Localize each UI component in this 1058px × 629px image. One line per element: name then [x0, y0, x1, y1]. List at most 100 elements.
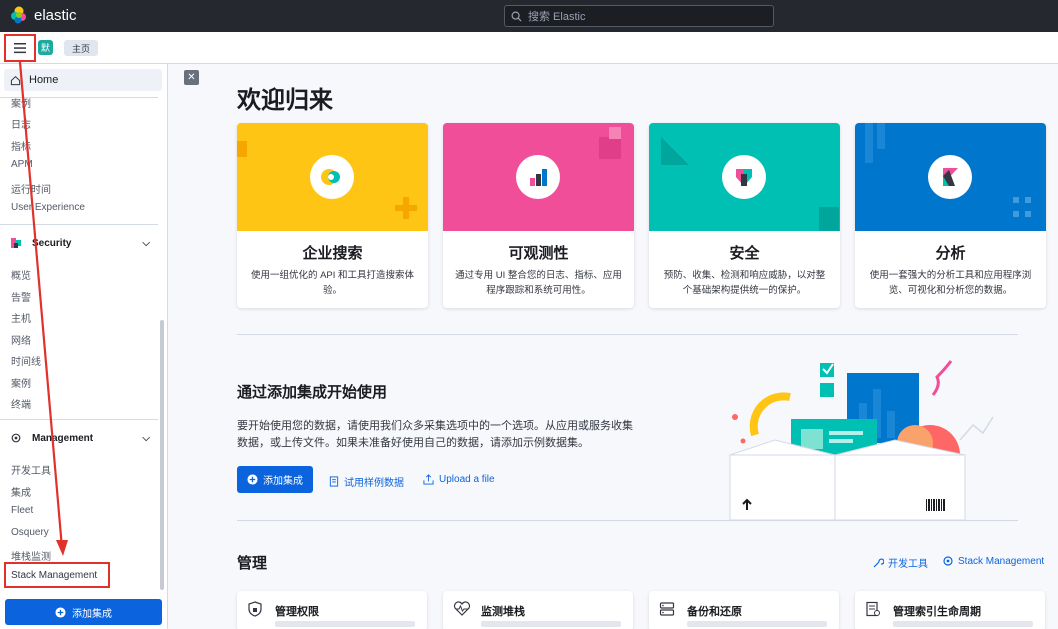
security-icon — [11, 238, 21, 248]
nav-home-label: Home — [29, 74, 59, 86]
home-icon — [10, 75, 21, 85]
top-header: elastic 搜索 Elastic — [0, 0, 1058, 32]
storage-icon — [659, 602, 675, 616]
card-title: 管理索引生命周期 — [893, 606, 981, 618]
close-nav-button[interactable]: ✕ — [184, 70, 199, 85]
solution-card-observability[interactable]: 可观测性 通过专用 UI 整合您的日志、指标、应用程序跟踪和系统可用性。 — [443, 123, 634, 308]
card-title: 备份和还原 — [687, 606, 742, 618]
dev-tools-link[interactable]: 开发工具 — [872, 555, 928, 570]
card-description-fade — [893, 621, 1033, 627]
nav-section-management-label: Management — [32, 432, 94, 444]
card-title: 安全 — [729, 245, 760, 262]
nav-link[interactable]: 时间线 — [11, 353, 41, 368]
document-icon — [329, 476, 339, 487]
global-search-input[interactable]: 搜索 Elastic — [504, 5, 774, 27]
card-title: 监测堆栈 — [481, 606, 525, 618]
nav-link[interactable]: 终端 — [11, 396, 31, 411]
card-description: 预防、收集、检测和响应威胁，以对整个基础架构提供统一的保护。 — [663, 270, 826, 296]
card-title: 管理权限 — [275, 606, 319, 618]
card-title: 可观测性 — [508, 245, 569, 262]
search-placeholder: 搜索 Elastic — [528, 11, 586, 23]
add-integrations-label: 添加集成 — [72, 608, 112, 620]
nav-link[interactable]: 日志 — [11, 116, 31, 131]
enterprise-search-icon — [310, 155, 354, 199]
sub-header: 默 主页 — [0, 32, 1058, 64]
shield-lock-icon — [248, 601, 262, 617]
nav-link[interactable]: 堆栈监测 — [11, 548, 51, 563]
nav-home[interactable]: Home — [4, 69, 162, 91]
divider — [237, 520, 1018, 521]
search-icon — [511, 11, 522, 22]
elastic-logo[interactable]: elastic — [10, 6, 77, 24]
brand-name: elastic — [34, 6, 77, 24]
management-card-index-lifecycle[interactable]: 管理索引生命周期 — [855, 591, 1045, 629]
nav-link[interactable]: 指标 — [11, 138, 31, 153]
plus-circle-icon — [55, 606, 66, 618]
upload-file-link[interactable]: Upload a file — [423, 474, 495, 485]
nav-link[interactable]: 开发工具 — [11, 462, 51, 477]
heartbeat-icon — [453, 601, 471, 616]
nav-link[interactable]: 集成 — [11, 484, 31, 499]
section-description: 要开始使用您的数据，请使用我们众多采集选项中的一个选项。从应用或服务收集数据，或… — [237, 420, 633, 449]
space-avatar[interactable]: 默 — [38, 40, 53, 55]
stack-management-link[interactable]: Stack Management — [942, 555, 1044, 567]
management-card-backup-restore[interactable]: 备份和还原 — [649, 591, 839, 629]
nav-link-stack-management[interactable]: Stack Management — [4, 562, 110, 588]
hamburger-icon — [14, 43, 26, 54]
nav-link[interactable]: User Experience — [11, 202, 85, 213]
chevron-down-icon: ⌵ — [142, 237, 150, 249]
sidebar-scrollbar[interactable] — [160, 320, 164, 590]
menu-toggle-button[interactable] — [4, 34, 36, 62]
upload-icon — [423, 474, 434, 485]
management-card-monitor-stack[interactable]: 监测堆栈 — [443, 591, 633, 629]
index-settings-icon — [866, 601, 880, 617]
section-title: 管理 — [237, 555, 268, 572]
card-description-fade — [687, 621, 827, 627]
security-solution-icon — [722, 155, 766, 199]
gear-icon — [943, 556, 953, 566]
nav-section-management[interactable]: Management ⌵ — [10, 432, 150, 444]
nav-link[interactable]: Fleet — [11, 505, 33, 516]
divider — [0, 419, 158, 420]
card-description: 使用一组优化的 API 和工具打造搜索体验。 — [250, 270, 415, 296]
nav-link[interactable]: 案例 — [11, 375, 31, 390]
try-sample-data-label: 试用样例数据 — [344, 478, 404, 489]
add-integrations-main-label: 添加集成 — [263, 476, 303, 487]
chevron-down-icon: ⌵ — [142, 432, 150, 444]
divider — [0, 224, 158, 225]
nav-link[interactable]: 告警 — [11, 289, 31, 304]
page-title: 欢迎归来 — [237, 87, 333, 114]
solution-card-analytics[interactable]: 分析 使用一套强大的分析工具和应用程序浏览、可视化和分析您的数据。 — [855, 123, 1046, 308]
add-integrations-main-button[interactable]: 添加集成 — [237, 466, 313, 493]
nav-link[interactable]: Osquery — [11, 527, 49, 538]
upload-file-label: Upload a file — [439, 474, 495, 485]
nav-link[interactable]: 案例 — [11, 95, 31, 110]
plus-circle-icon — [247, 474, 258, 485]
integrations-illustration — [728, 360, 994, 521]
nav-link[interactable]: 概览 — [11, 267, 31, 282]
card-description-fade — [275, 621, 415, 627]
kibana-icon — [928, 155, 972, 199]
wrench-icon — [873, 558, 884, 567]
breadcrumb[interactable]: 主页 — [64, 40, 99, 56]
close-icon: ✕ — [187, 72, 196, 83]
card-description: 通过专用 UI 整合您的日志、指标、应用程序跟踪和系统可用性。 — [455, 270, 622, 296]
nav-section-security[interactable]: Security ⌵ — [10, 237, 150, 249]
try-sample-data-link[interactable]: 试用样例数据 — [329, 474, 404, 489]
elastic-logo-icon — [11, 6, 26, 24]
nav-link[interactable]: APM — [11, 159, 33, 170]
add-integrations-button[interactable]: 添加集成 — [5, 599, 162, 625]
divider — [237, 334, 1018, 335]
nav-link[interactable]: 主机 — [11, 310, 31, 325]
gear-icon — [11, 433, 21, 443]
solution-card-security[interactable]: 安全 预防、收集、检测和响应威胁，以对整个基础架构提供统一的保护。 — [649, 123, 840, 308]
dev-tools-label: 开发工具 — [888, 559, 928, 570]
nav-link[interactable]: 运行时间 — [11, 181, 51, 196]
card-title: 分析 — [935, 245, 966, 262]
section-title: 通过添加集成开始使用 — [237, 384, 388, 401]
nav-link[interactable]: 网络 — [11, 332, 31, 347]
management-card-permissions[interactable]: 管理权限 — [237, 591, 427, 629]
solution-card-enterprise-search[interactable]: 企业搜索 使用一组优化的 API 和工具打造搜索体验。 — [237, 123, 428, 308]
stack-management-label: Stack Management — [958, 555, 1045, 567]
card-description: 使用一套强大的分析工具和应用程序浏览、可视化和分析您的数据。 — [869, 270, 1032, 296]
